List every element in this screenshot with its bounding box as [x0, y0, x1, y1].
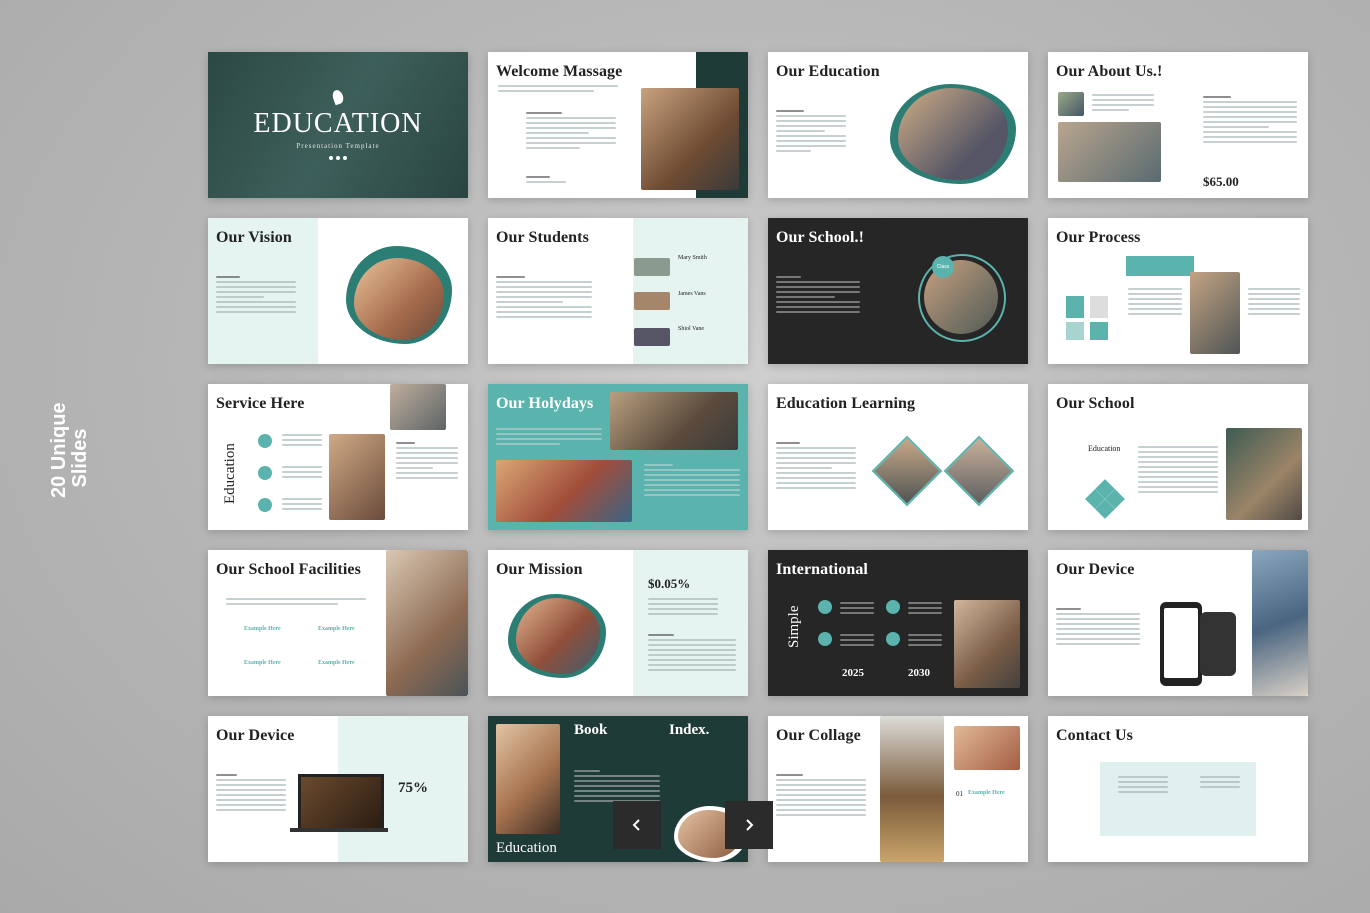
kids-photo	[496, 460, 632, 522]
facility-item: Example Here	[244, 626, 281, 632]
slide-holydays[interactable]: Our Holydays	[488, 384, 748, 530]
slide-education[interactable]: Our Education	[768, 52, 1028, 198]
slide-title: Service Here	[216, 395, 305, 412]
cover-title: EDUCATION	[253, 108, 423, 139]
diamond-photo	[943, 435, 1015, 507]
slide-collage[interactable]: Our Collage 01 Example Here	[768, 716, 1028, 862]
facility-photo	[386, 550, 468, 696]
mission-value: $0.05%	[648, 576, 691, 591]
school-label: Education	[1088, 444, 1121, 453]
book-title: Book	[574, 722, 608, 738]
book-photo	[496, 724, 560, 834]
year-label: 2030	[908, 667, 930, 679]
slide-international[interactable]: International Simple 2025 2030	[768, 550, 1028, 696]
slide-device[interactable]: Our Device	[1048, 550, 1308, 696]
device-photo	[1252, 550, 1308, 696]
facility-item: Example Here	[318, 626, 355, 632]
phone-mockup	[1160, 602, 1202, 686]
slide-cover[interactable]: EDUCATION Presentation Template	[208, 52, 468, 198]
diamond-photo	[871, 435, 943, 507]
process-header	[1126, 256, 1194, 276]
slide-school-dark[interactable]: Our School.! Class	[768, 218, 1028, 364]
student-photo	[641, 88, 739, 190]
index-title: Index.	[669, 722, 710, 738]
slide-learning[interactable]: Education Learning	[768, 384, 1028, 530]
slide-title: Welcome Massage	[496, 63, 623, 80]
collage-photo	[954, 726, 1020, 770]
laptop-mockup	[298, 774, 384, 832]
slide-title: Our School Facilities	[216, 561, 361, 578]
student-avatar	[634, 292, 670, 310]
slide-process[interactable]: Our Process	[1048, 218, 1308, 364]
holyday-photo	[610, 392, 738, 450]
slide-our-school[interactable]: Our School Education	[1048, 384, 1308, 530]
service-icon	[258, 498, 272, 512]
slide-title: Our About Us.!	[1056, 63, 1163, 80]
photo-small	[1058, 92, 1084, 116]
student-name: Shiol Vane	[678, 326, 705, 332]
international-photo	[954, 600, 1020, 688]
slide-title: Our Vision	[216, 229, 292, 246]
cover-subtitle: Presentation Template	[296, 142, 380, 150]
group-photo	[898, 88, 1008, 180]
chevron-left-icon	[632, 819, 640, 831]
slide-welcome[interactable]: Welcome Massage	[488, 52, 748, 198]
slide-title: Education Learning	[776, 395, 916, 412]
student-name: James Vans	[678, 291, 706, 297]
slide-device-2[interactable]: Our Device 75%	[208, 716, 468, 862]
book-footer: Education	[496, 840, 557, 856]
slide-service[interactable]: Service Here Education	[208, 384, 468, 530]
slide-title: Our Holydays	[496, 395, 594, 412]
student-name: Mary Smith	[678, 255, 707, 261]
vertical-label: Simple	[786, 605, 802, 648]
slide-vision[interactable]: Our Vision	[208, 218, 468, 364]
service-icon	[258, 434, 272, 448]
percent-label: 75%	[398, 780, 428, 796]
family-photo	[516, 598, 600, 674]
slide-title: International	[776, 561, 868, 578]
collage-number: 01	[956, 790, 963, 798]
year-label: 2025	[842, 667, 864, 679]
classroom-photo	[1058, 122, 1161, 182]
price-label: $65.00	[1203, 174, 1239, 189]
next-button[interactable]	[725, 801, 773, 849]
student-avatar	[634, 328, 670, 346]
slide-facilities[interactable]: Our School Facilities Example Here Examp…	[208, 550, 468, 696]
facility-item: Example Here	[244, 660, 281, 666]
slide-about[interactable]: Our About Us.! $65.00	[1048, 52, 1308, 198]
slide-title: Contact Us	[1056, 727, 1133, 744]
service-photo	[390, 384, 446, 430]
process-photo	[1190, 272, 1240, 354]
slide-title: Our Device	[1056, 561, 1135, 578]
library-photo	[880, 716, 944, 862]
slide-title: Our School.!	[776, 229, 865, 246]
vertical-label: Education	[222, 443, 238, 504]
slide-title: Our Device	[216, 727, 295, 744]
slide-students[interactable]: Our Students Mary Smith James Vans Shiol…	[488, 218, 748, 364]
slide-title: Our Education	[776, 63, 880, 80]
slide-contact[interactable]: Contact Us	[1048, 716, 1308, 862]
prev-button[interactable]	[613, 801, 661, 849]
collage-item: Example Here	[968, 790, 1005, 796]
chevron-right-icon	[746, 819, 754, 831]
slide-mission[interactable]: Our Mission $0.05%	[488, 550, 748, 696]
class-badge: Class	[932, 256, 954, 278]
facility-item: Example Here	[318, 660, 355, 666]
classroom-photo	[1226, 428, 1302, 520]
slide-title: Our Students	[496, 229, 589, 246]
slide-title: Our Process	[1056, 229, 1141, 246]
student-avatar	[634, 258, 670, 276]
service-photo	[329, 434, 385, 520]
slide-title: Our Collage	[776, 727, 861, 744]
kids-photo	[354, 258, 444, 340]
slide-title: Our Mission	[496, 561, 583, 578]
slide-title: Our School	[1056, 395, 1135, 412]
side-label: 20 Unique Slides	[48, 402, 91, 498]
contact-card	[1100, 762, 1256, 836]
service-icon	[258, 466, 272, 480]
